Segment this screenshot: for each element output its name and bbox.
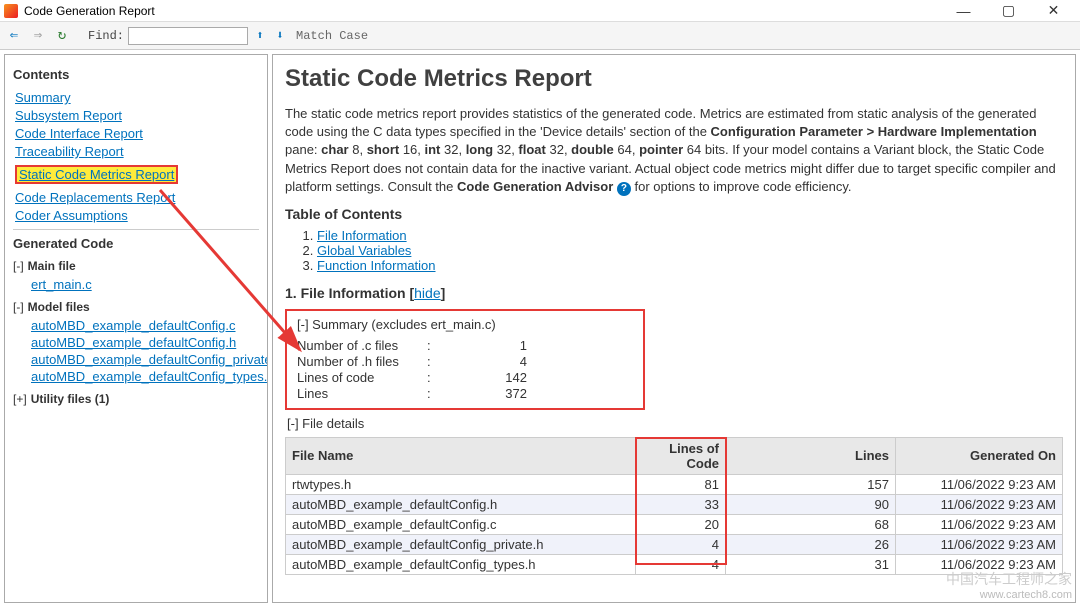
th-loc[interactable]: Lines of Code xyxy=(636,437,726,474)
contents-header: Contents xyxy=(13,67,259,82)
file-details-toggle[interactable]: [-] File details xyxy=(287,416,1063,431)
model-file-1[interactable]: autoMBD_example_defaultConfig.h xyxy=(31,335,259,350)
toc-file-info[interactable]: File Information xyxy=(317,228,407,243)
nav-interface[interactable]: Code Interface Report xyxy=(15,126,143,141)
model-file-0[interactable]: autoMBD_example_defaultConfig.c xyxy=(31,318,259,333)
table-row: autoMBD_example_defaultConfig.c206811/06… xyxy=(286,514,1063,534)
utility-files-label: Utility files (1) xyxy=(31,392,110,406)
toolbar: ⇐ ⇒ ↻ Find: ⬆ ⬇ Match Case xyxy=(0,22,1080,50)
file-table: File Name Lines of Code Lines Generated … xyxy=(285,437,1063,575)
model-file-3[interactable]: autoMBD_example_defaultConfig_types.h xyxy=(31,369,259,384)
nav-static-metrics[interactable]: Static Code Metrics Report xyxy=(19,167,174,182)
hide-link[interactable]: hide xyxy=(414,285,440,301)
th-filename[interactable]: File Name xyxy=(286,437,636,474)
expand-utility-icon[interactable]: [+] xyxy=(13,392,27,406)
toc-func-info[interactable]: Function Information xyxy=(317,258,436,273)
app-icon xyxy=(4,4,18,18)
nav-assumptions[interactable]: Coder Assumptions xyxy=(15,208,128,223)
match-case-toggle[interactable]: Match Case xyxy=(296,29,368,43)
collapse-model-icon[interactable]: [-] xyxy=(13,300,24,314)
collapse-main-icon[interactable]: [-] xyxy=(13,259,24,273)
nav-summary[interactable]: Summary xyxy=(15,90,71,105)
refresh-button[interactable]: ↻ xyxy=(52,26,72,46)
find-prev-button[interactable]: ⬆ xyxy=(252,28,268,44)
title-bar: Code Generation Report — ▢ ✕ xyxy=(0,0,1080,22)
toc: File Information Global Variables Functi… xyxy=(285,228,1063,273)
section-1-header: 1. File Information [hide] xyxy=(285,285,1063,301)
table-row: autoMBD_example_defaultConfig.h339011/06… xyxy=(286,494,1063,514)
nav-replacements[interactable]: Code Replacements Report xyxy=(15,190,175,205)
sidebar: Contents Summary Subsystem Report Code I… xyxy=(4,54,268,603)
summary-title[interactable]: [-] Summary (excludes ert_main.c) xyxy=(297,317,633,332)
find-next-button[interactable]: ⬇ xyxy=(272,28,288,44)
page-title: Static Code Metrics Report xyxy=(285,65,1063,93)
back-button[interactable]: ⇐ xyxy=(4,26,24,46)
model-file-2[interactable]: autoMBD_example_defaultConfig_private.h xyxy=(31,352,259,367)
table-row: autoMBD_example_defaultConfig_types.h431… xyxy=(286,554,1063,574)
th-generated[interactable]: Generated On xyxy=(896,437,1063,474)
find-input[interactable] xyxy=(128,27,248,45)
intro-paragraph: The static code metrics report provides … xyxy=(285,105,1063,196)
close-button[interactable]: ✕ xyxy=(1031,1,1076,21)
summary-box: [-] Summary (excludes ert_main.c) Number… xyxy=(285,309,645,410)
model-files-label: Model files xyxy=(28,300,90,314)
help-icon[interactable]: ? xyxy=(617,182,631,196)
table-row: rtwtypes.h8115711/06/2022 9:23 AM xyxy=(286,474,1063,494)
nav-subsystem[interactable]: Subsystem Report xyxy=(15,108,122,123)
window-title: Code Generation Report xyxy=(24,4,155,18)
generated-code-header: Generated Code xyxy=(13,236,259,251)
main-file-label: Main file xyxy=(28,259,76,273)
table-row: autoMBD_example_defaultConfig_private.h4… xyxy=(286,534,1063,554)
forward-button[interactable]: ⇒ xyxy=(28,26,48,46)
find-label: Find: xyxy=(88,29,124,43)
th-lines[interactable]: Lines xyxy=(726,437,896,474)
toc-global-vars[interactable]: Global Variables xyxy=(317,243,411,258)
nav-traceability[interactable]: Traceability Report xyxy=(15,144,124,159)
file-ert-main[interactable]: ert_main.c xyxy=(31,277,259,292)
minimize-button[interactable]: — xyxy=(941,1,986,21)
toc-header: Table of Contents xyxy=(285,206,1063,222)
content-pane: Static Code Metrics Report The static co… xyxy=(272,54,1076,603)
maximize-button[interactable]: ▢ xyxy=(986,1,1031,21)
